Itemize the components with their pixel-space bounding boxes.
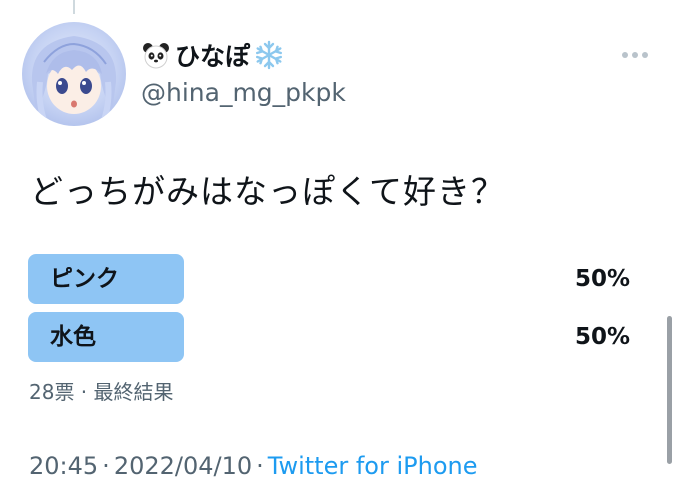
separator: · bbox=[102, 452, 110, 480]
tweet-date[interactable]: 2022/04/10 bbox=[114, 452, 252, 480]
tweet-time[interactable]: 20:45 bbox=[29, 452, 98, 480]
tweet-text: どっちがみはなっぽくて好き？ bbox=[30, 172, 506, 211]
author-display-name[interactable]: ひなぽ bbox=[175, 37, 250, 73]
poll-option-label: ピンク bbox=[50, 266, 119, 292]
tweet-timestamp-row: 20:45 · 2022/04/10 · Twitter for iPhone bbox=[29, 452, 478, 480]
tweet-source-link[interactable]: Twitter for iPhone bbox=[268, 452, 478, 480]
poll-vote-count: 28票 · 最終結果 bbox=[29, 380, 174, 404]
avatar-illustration bbox=[31, 36, 117, 121]
poll-option-light-blue: 水色 50% bbox=[28, 312, 640, 362]
poll-option-percent: 50% bbox=[574, 266, 630, 292]
poll-option-label: 水色 bbox=[50, 324, 96, 350]
scrollbar[interactable] bbox=[667, 316, 672, 464]
more-options-icon[interactable] bbox=[622, 48, 652, 62]
poll-option-pink: ピンク 50% bbox=[28, 254, 640, 304]
author-name-row[interactable]: ひなぽ bbox=[141, 37, 284, 73]
snowflake-icon bbox=[254, 40, 284, 70]
avatar[interactable] bbox=[22, 22, 126, 126]
panda-face-icon bbox=[141, 40, 171, 70]
author-handle[interactable]: @hina_mg_pkpk bbox=[141, 78, 346, 107]
thread-connector-line bbox=[73, 0, 75, 14]
separator: · bbox=[256, 452, 264, 480]
poll-option-percent: 50% bbox=[574, 324, 630, 350]
